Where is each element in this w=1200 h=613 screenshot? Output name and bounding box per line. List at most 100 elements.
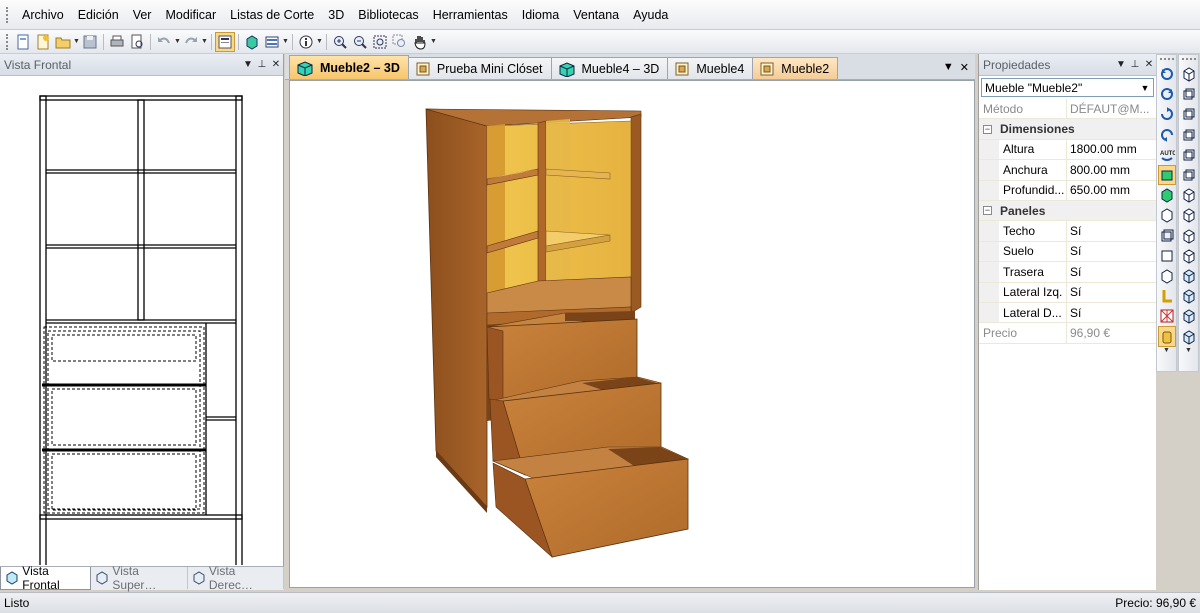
new-from-template-icon[interactable] <box>33 32 53 52</box>
toolbar-grip[interactable] <box>6 33 9 50</box>
menu-3d[interactable]: 3D <box>321 6 351 24</box>
view-hidden-lines-icon[interactable] <box>1158 246 1176 266</box>
iso-view-1-icon[interactable] <box>1180 185 1198 205</box>
rotate-down-icon[interactable] <box>1158 125 1176 145</box>
menu-grip[interactable] <box>6 6 9 23</box>
print-icon[interactable] <box>107 32 127 52</box>
view-front-icon[interactable] <box>1158 205 1176 225</box>
menu-archivo[interactable]: Archivo <box>15 6 71 24</box>
3d-viewport[interactable] <box>289 80 975 588</box>
pane-close-icon[interactable]: ✕ <box>269 59 283 70</box>
undo-dropdown-icon[interactable]: ▼ <box>174 38 181 45</box>
pane-close-icon[interactable]: ✕ <box>1142 59 1156 70</box>
tab-vista-frontal[interactable]: Vista Frontal <box>0 564 92 592</box>
menu-listas-de-corte[interactable]: Listas de Corte <box>223 6 321 24</box>
zoom-out-icon[interactable] <box>350 32 370 52</box>
open-dropdown-icon[interactable]: ▼ <box>73 38 80 45</box>
camera-front-icon[interactable] <box>1180 64 1198 84</box>
cut-list-dropdown-icon[interactable]: ▼ <box>282 38 289 45</box>
material-icon[interactable] <box>1157 326 1176 347</box>
collapse-icon[interactable]: − <box>983 206 992 216</box>
zoom-in-icon[interactable] <box>330 32 350 52</box>
zoom-extents-icon[interactable] <box>370 32 390 52</box>
camera-left-icon[interactable] <box>1180 104 1198 124</box>
toolbar-overflow-icon[interactable]: ▼ <box>1185 347 1192 354</box>
undo-icon[interactable] <box>154 32 174 52</box>
object-selector[interactable]: Mueble "Mueble2" ▼ <box>981 78 1154 97</box>
redo-icon[interactable] <box>181 32 201 52</box>
save-icon[interactable] <box>80 32 100 52</box>
property-row-profundidad[interactable]: Profundid... 650.00 mm <box>979 180 1156 201</box>
info-icon[interactable] <box>296 32 316 52</box>
menu-idioma[interactable]: Idioma <box>515 6 567 24</box>
pane-pin-icon[interactable]: ⊥ <box>1128 59 1142 70</box>
menu-herramientas[interactable]: Herramientas <box>426 6 515 24</box>
rotate-right-icon[interactable] <box>1158 84 1176 104</box>
explode-icon[interactable] <box>1158 306 1176 326</box>
dimension-l-icon[interactable] <box>1158 286 1176 306</box>
toolbar-overflow-icon[interactable]: ▼ <box>1163 347 1170 354</box>
front-view-drawing[interactable] <box>0 77 283 572</box>
new-icon[interactable] <box>13 32 33 52</box>
iso-view-6-icon[interactable] <box>1180 286 1198 306</box>
chevron-down-icon[interactable]: ▼ <box>1137 79 1153 96</box>
redo-dropdown-icon[interactable]: ▼ <box>201 38 208 45</box>
auto-rotate-icon[interactable]: AUTO <box>1158 145 1176 165</box>
menu-modificar[interactable]: Modificar <box>158 6 223 24</box>
property-row-metodo[interactable]: Método DÉFAUT@M... <box>979 99 1156 120</box>
zoom-window-icon[interactable] <box>390 32 410 52</box>
info-dropdown-icon[interactable]: ▼ <box>316 38 323 45</box>
property-row-trasera[interactable]: Trasera Sí <box>979 262 1156 283</box>
iso-view-3-icon[interactable] <box>1180 226 1198 246</box>
property-row-suelo[interactable]: Suelo Sí <box>979 241 1156 263</box>
3d-view-icon[interactable] <box>242 32 262 52</box>
menu-bibliotecas[interactable]: Bibliotecas <box>351 6 425 24</box>
tab-vista-derecha[interactable]: Vista Derec… <box>188 564 284 592</box>
collapse-icon[interactable]: − <box>983 124 992 134</box>
doc-tab-mueble4-3d[interactable]: Mueble4 – 3D <box>550 57 669 79</box>
menu-edicion[interactable]: Edición <box>71 6 126 24</box>
iso-view-2-icon[interactable] <box>1180 205 1198 225</box>
menu-ver[interactable]: Ver <box>126 6 159 24</box>
doc-close-icon[interactable]: ✕ <box>960 61 969 74</box>
camera-right-icon[interactable] <box>1180 125 1198 145</box>
pane-menu-icon[interactable]: ▼ <box>241 59 255 70</box>
property-row-lateral-izq[interactable]: Lateral Izq. Sí <box>979 282 1156 303</box>
render-solid-icon[interactable] <box>1157 164 1176 186</box>
toolbar-grip[interactable] <box>1159 58 1174 62</box>
pane-pin-icon[interactable]: ⊥ <box>255 59 269 70</box>
open-icon[interactable] <box>53 32 73 52</box>
menu-ayuda[interactable]: Ayuda <box>626 6 675 24</box>
property-row-anchura[interactable]: Anchura 800.00 mm <box>979 160 1156 181</box>
doc-list-icon[interactable]: ▼ <box>943 61 954 74</box>
pan-hand-icon[interactable] <box>410 32 430 52</box>
pane-menu-icon[interactable]: ▼ <box>1114 59 1128 70</box>
iso-view-8-icon[interactable] <box>1180 326 1198 346</box>
menu-ventana[interactable]: Ventana <box>566 6 626 24</box>
print-preview-icon[interactable] <box>127 32 147 52</box>
view-wireframe-icon[interactable] <box>1158 226 1176 246</box>
iso-view-4-icon[interactable] <box>1180 246 1198 266</box>
category-paneles[interactable]: − Paneles <box>979 200 1156 222</box>
rotate-left-icon[interactable] <box>1158 64 1176 84</box>
property-row-techo[interactable]: Techo Sí <box>979 221 1156 242</box>
render-shaded-icon[interactable] <box>1158 185 1176 205</box>
toolbar-overflow-icon[interactable]: ▼ <box>430 38 437 45</box>
property-row-altura[interactable]: Altura 1800.00 mm <box>979 139 1156 161</box>
cut-list-icon[interactable] <box>262 32 282 52</box>
doc-tab-prueba-mini-closet[interactable]: Prueba Mini Clóset <box>407 57 552 79</box>
property-row-precio[interactable]: Precio 96,90 € <box>979 323 1156 344</box>
tab-vista-superior[interactable]: Vista Super… <box>91 564 188 592</box>
view-back-icon[interactable] <box>1158 266 1176 286</box>
rotate-up-icon[interactable] <box>1158 104 1176 124</box>
category-dimensiones[interactable]: − Dimensiones <box>979 119 1156 140</box>
toolbar-grip[interactable] <box>1181 58 1196 62</box>
doc-tab-mueble4[interactable]: Mueble4 <box>667 57 754 79</box>
property-row-lateral-der[interactable]: Lateral D... Sí <box>979 302 1156 324</box>
camera-bottom-icon[interactable] <box>1180 165 1198 185</box>
properties-icon[interactable] <box>215 31 235 52</box>
doc-tab-mueble2[interactable]: Mueble2 <box>752 57 839 79</box>
iso-view-7-icon[interactable] <box>1180 306 1198 326</box>
camera-back-icon[interactable] <box>1180 84 1198 104</box>
iso-view-5-icon[interactable] <box>1180 266 1198 286</box>
